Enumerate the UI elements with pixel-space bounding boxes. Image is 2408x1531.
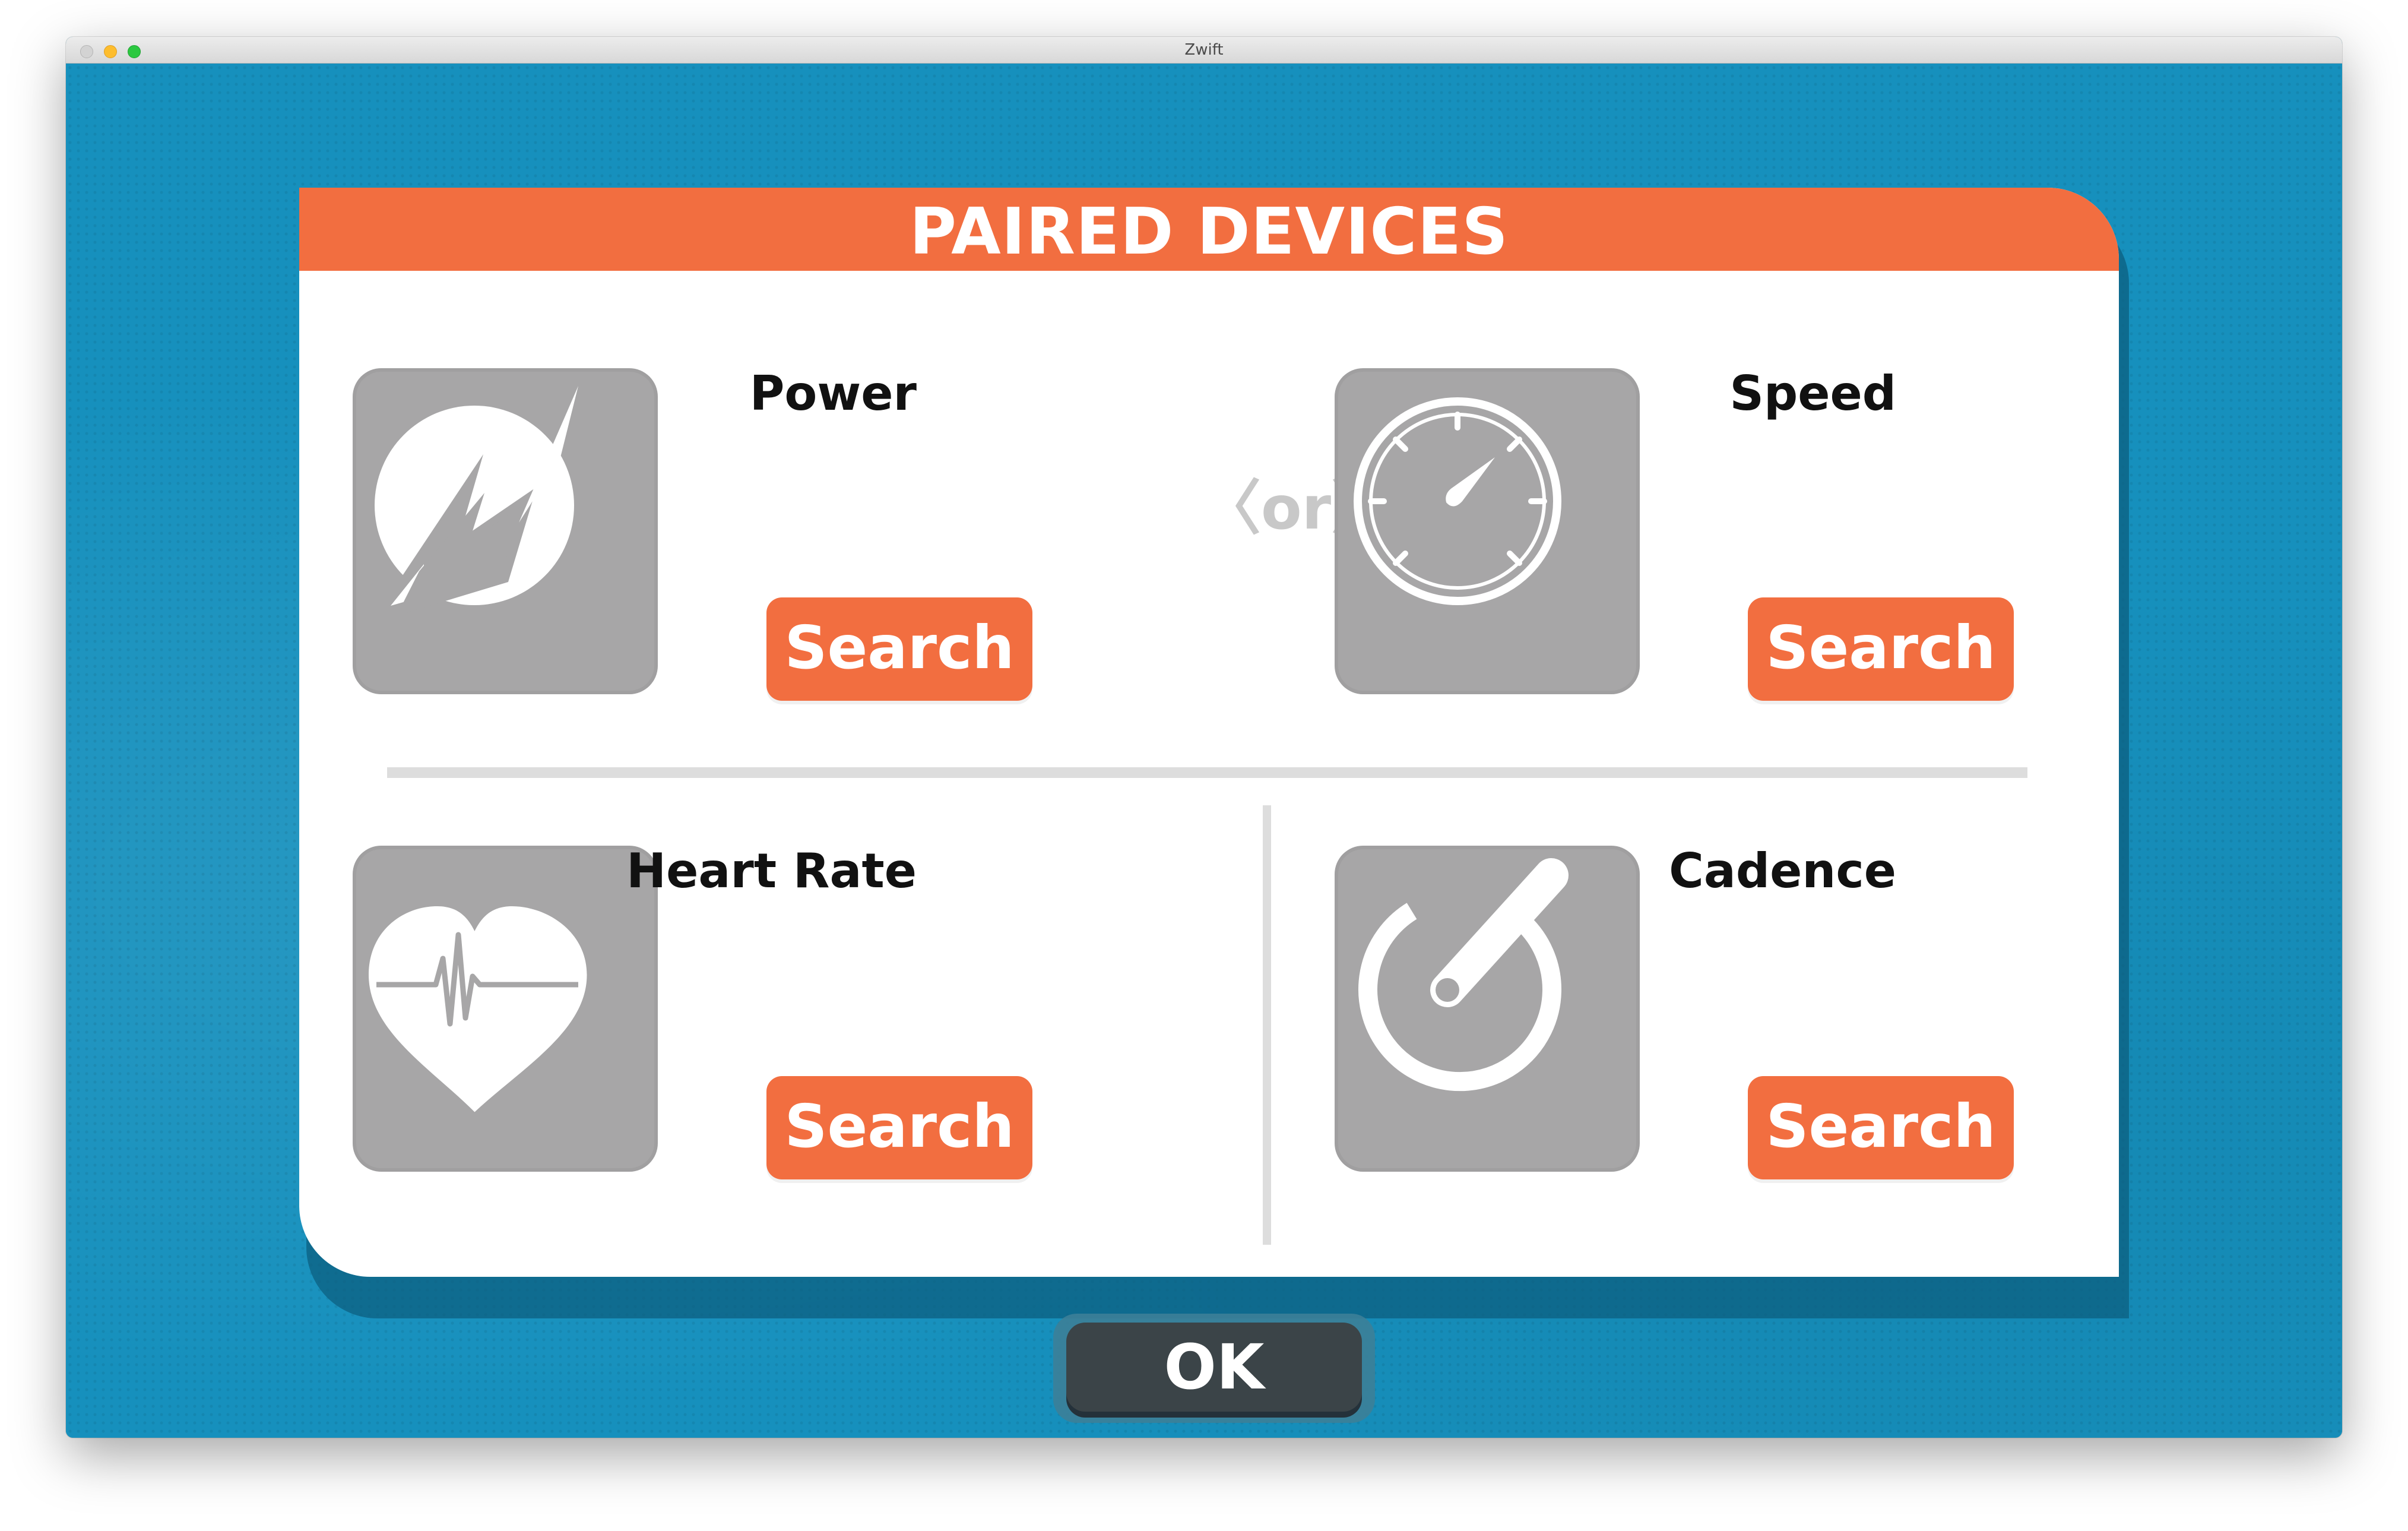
or-separator: 〈or〉 — [1202, 473, 1391, 543]
app-background: PAIRED DEVICES Power Search 〈or〉 Speed S… — [66, 64, 2342, 1438]
dialog-title: PAIRED DEVICES — [909, 195, 1509, 269]
search-button-heart-rate[interactable]: Search — [766, 1076, 1032, 1179]
ok-button[interactable]: OK — [1066, 1323, 1362, 1412]
search-button-speed[interactable]: Search — [1748, 597, 2014, 701]
device-label-power: Power — [749, 366, 917, 421]
app-window: Zwift PAIRED DEVICES Power Search 〈or〉 S… — [66, 37, 2342, 1438]
device-label-speed: Speed — [1729, 366, 1896, 421]
device-label-cadence: Cadence — [1669, 843, 1896, 899]
vertical-divider — [1263, 805, 1271, 1245]
window-titlebar: Zwift — [66, 37, 2342, 64]
search-button-cadence[interactable]: Search — [1748, 1076, 2014, 1179]
paired-devices-dialog: PAIRED DEVICES Power Search 〈or〉 Speed S… — [299, 188, 2119, 1277]
device-label-heart-rate: Heart Rate — [626, 843, 917, 899]
window-title: Zwift — [1184, 41, 1224, 59]
horizontal-divider — [387, 767, 2027, 778]
search-button-power[interactable]: Search — [766, 597, 1032, 701]
